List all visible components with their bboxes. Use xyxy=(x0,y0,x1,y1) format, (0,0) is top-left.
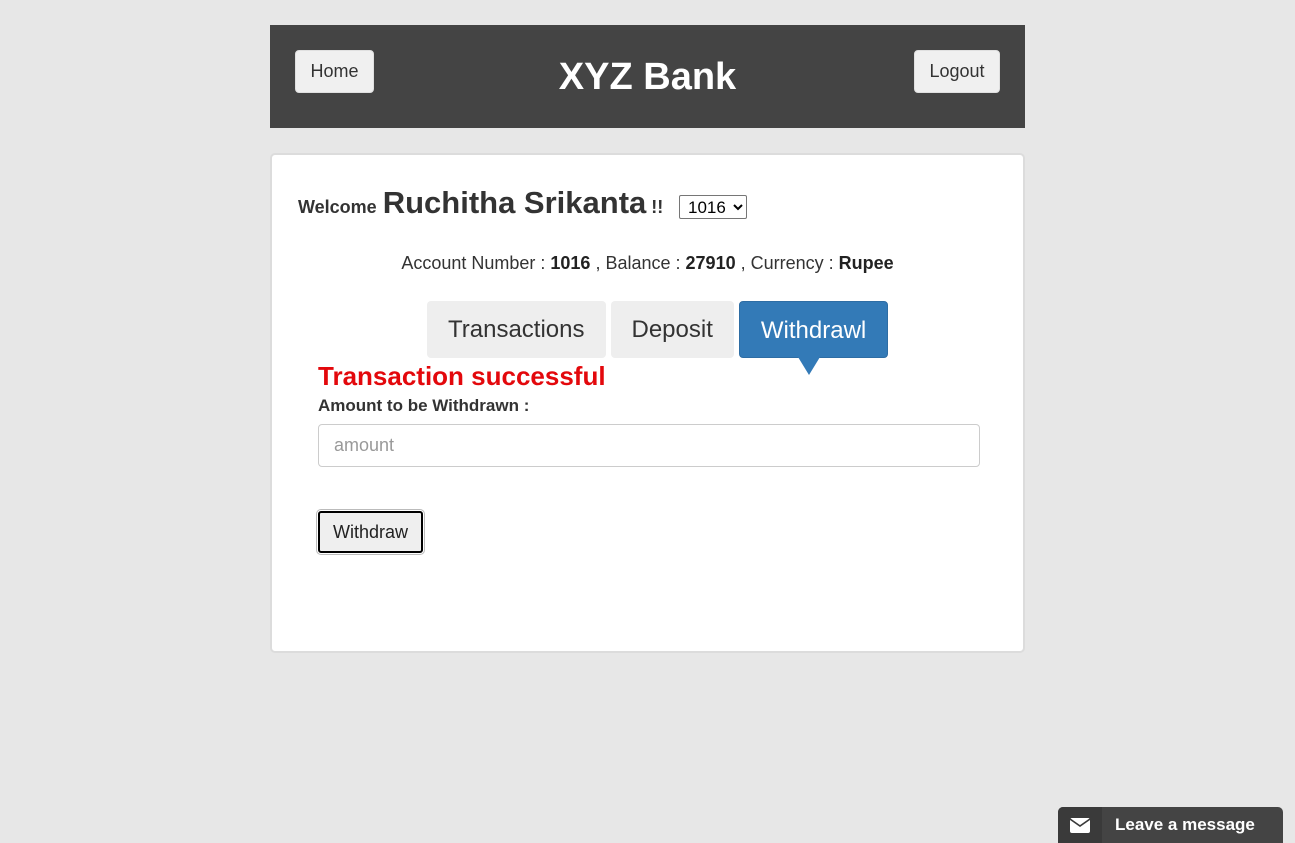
tab-withdrawl-label: Withdrawl xyxy=(760,317,867,344)
account-number-label: Account Number : xyxy=(401,253,546,273)
amount-label: Amount to be Withdrawn : xyxy=(318,396,530,415)
account-select[interactable]: 1016 xyxy=(679,195,747,219)
logout-button[interactable]: Logout xyxy=(914,50,1000,93)
tab-deposit[interactable]: Deposit xyxy=(610,301,734,358)
leave-message-label: Leave a message xyxy=(1115,815,1255,834)
account-info: Account Number : 1016 , Balance : 27910 … xyxy=(272,253,1023,274)
customer-name: Ruchitha Srikanta xyxy=(382,185,647,220)
welcome-suffix: !! xyxy=(651,197,664,217)
balance-value: 27910 xyxy=(685,253,736,273)
leave-message-widget[interactable]: Leave a message xyxy=(1058,807,1283,843)
tab-withdrawl[interactable]: Withdrawl xyxy=(738,301,889,375)
withdraw-button[interactable]: Withdraw xyxy=(316,509,425,555)
account-number-value: 1016 xyxy=(550,253,591,273)
active-tab-pointer xyxy=(797,357,820,375)
status-message: Transaction successful xyxy=(318,361,606,391)
welcome-greeting: Welcome xyxy=(298,197,377,217)
welcome-heading: Welcome Ruchitha Srikanta !! xyxy=(298,185,663,225)
tab-transactions[interactable]: Transactions xyxy=(427,301,606,358)
bank-title: XYZ Bank xyxy=(558,56,737,98)
app-header: Home XYZ Bank Logout xyxy=(270,25,1025,128)
balance-label: , Balance : xyxy=(595,253,681,273)
currency-value: Rupee xyxy=(838,253,894,273)
currency-label: , Currency : xyxy=(740,253,834,273)
envelope-icon xyxy=(1058,807,1102,843)
transaction-tabs: Transactions Deposit Withdrawl xyxy=(427,301,893,375)
main-panel: Welcome Ruchitha Srikanta !! 1016 Accoun… xyxy=(270,153,1025,653)
amount-input[interactable] xyxy=(318,424,980,467)
